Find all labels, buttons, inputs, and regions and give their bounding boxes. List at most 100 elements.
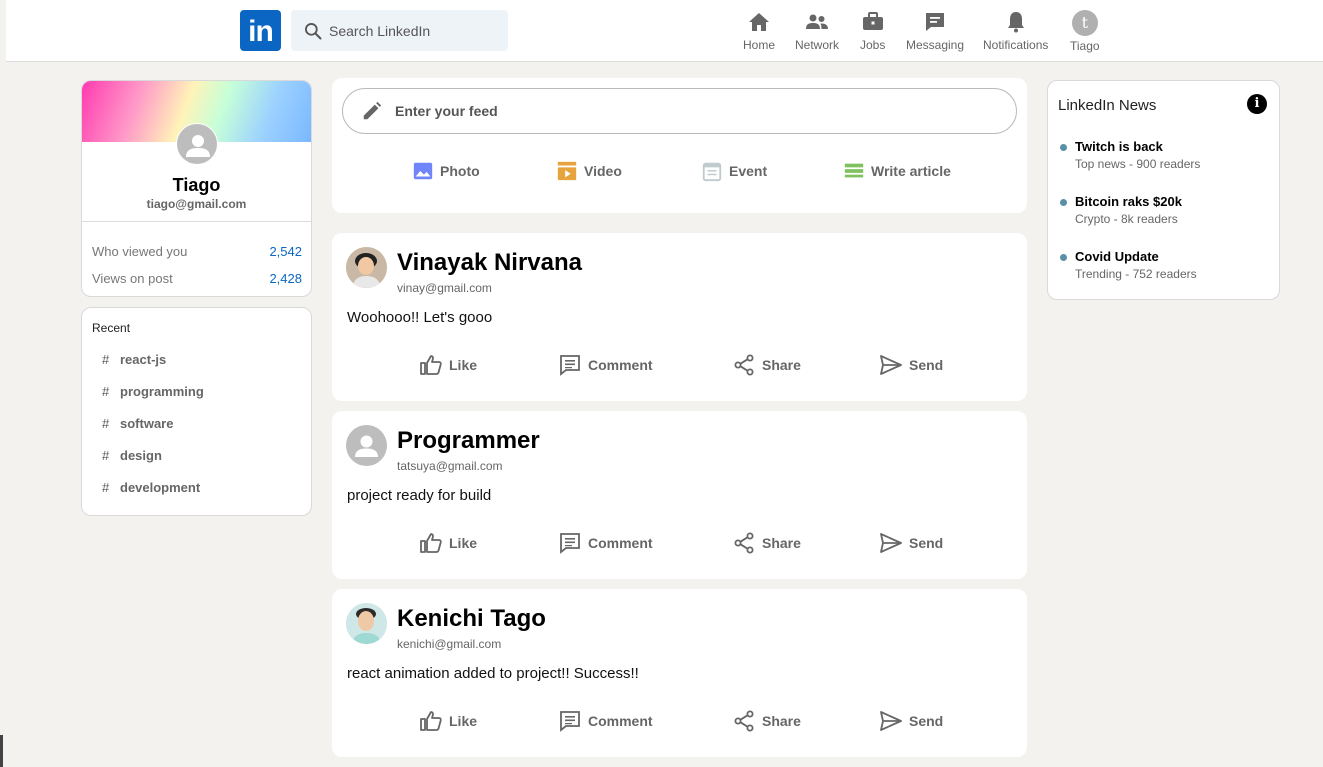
hash-icon: # (102, 448, 110, 463)
event-option[interactable]: Event (701, 160, 767, 182)
window-edge (0, 735, 3, 767)
comment-label: Comment (588, 713, 653, 729)
send-label: Send (909, 535, 944, 551)
send-button[interactable]: Send (879, 531, 943, 555)
news-subtitle: Top news - 900 readers (1075, 157, 1201, 171)
nav-notifications[interactable]: Notifications (983, 10, 1048, 52)
post-avatar[interactable] (346, 425, 387, 466)
like-button[interactable]: Like (419, 531, 477, 555)
feed-input[interactable]: Enter your feed (342, 88, 1017, 134)
search-input[interactable]: Search LinkedIn (329, 23, 430, 39)
news-headline: Bitcoin raks $20k (1075, 194, 1182, 209)
stat-value: 2,542 (269, 244, 302, 259)
briefcase-icon (862, 12, 883, 30)
recent-title: Recent (92, 321, 131, 335)
comment-button[interactable]: Comment (558, 531, 653, 555)
calendar-icon (702, 162, 722, 182)
info-icon[interactable]: i (1247, 94, 1267, 114)
like-button[interactable]: Like (419, 353, 477, 377)
share-label: Share (762, 535, 801, 551)
post-email: vinay@gmail.com (397, 281, 492, 295)
video-option[interactable]: Video (556, 160, 622, 182)
post-message: project ready for build (347, 487, 492, 504)
recent-item[interactable]: # development (102, 480, 200, 495)
post-author[interactable]: Programmer (397, 427, 540, 455)
post-message: Woohooo!! Let's gooo (347, 309, 493, 326)
avatar-icon: t (1071, 10, 1098, 36)
send-button[interactable]: Send (879, 709, 943, 733)
stat-who-viewed[interactable]: Who viewed you 2,542 (92, 244, 302, 259)
feed-input-placeholder: Enter your feed (395, 103, 498, 119)
hash-icon: # (102, 384, 110, 399)
recent-item[interactable]: # software (102, 416, 173, 431)
comment-icon (560, 355, 580, 376)
post-avatar[interactable] (346, 603, 387, 644)
profile-email: tiago@gmail.com (146, 197, 247, 211)
composer-card: Enter your feed Photo Video Event Write … (332, 78, 1027, 213)
nav-home[interactable]: Home (743, 10, 775, 52)
share-button[interactable]: Share (732, 531, 801, 555)
bullet-dot (1060, 254, 1067, 261)
top-header: in Search LinkedIn Home Network Jobs Mes… (0, 0, 1323, 62)
share-button[interactable]: Share (732, 709, 801, 733)
post-card: Kenichi Tago kenichi@gmail.com react ani… (332, 589, 1027, 757)
video-label: Video (584, 163, 622, 179)
like-button[interactable]: Like (419, 709, 477, 733)
bell-icon (1007, 12, 1024, 33)
article-option[interactable]: Write article (843, 160, 951, 182)
stat-views-on-post[interactable]: Views on post 2,428 (92, 271, 302, 286)
recent-item[interactable]: # react-js (102, 352, 166, 367)
recent-item[interactable]: # design (102, 448, 162, 463)
comment-button[interactable]: Comment (558, 353, 653, 377)
person-icon (186, 135, 210, 157)
post-email: kenichi@gmail.com (397, 637, 502, 651)
nav-profile[interactable]: t Tiago (1070, 10, 1100, 53)
stat-label: Views on post (92, 271, 173, 286)
post-author[interactable]: Vinayak Nirvana (397, 249, 582, 277)
send-label: Send (909, 713, 944, 729)
post-avatar[interactable] (346, 247, 387, 288)
video-icon (557, 161, 577, 181)
bullet-dot (1060, 144, 1067, 151)
send-button[interactable]: Send (879, 353, 943, 377)
hash-icon: # (102, 416, 110, 431)
recent-item-label: software (120, 416, 174, 431)
message-icon (926, 13, 945, 31)
photo-label: Photo (440, 163, 480, 179)
nav-messaging-label: Messaging (906, 38, 965, 52)
share-label: Share (762, 713, 801, 729)
send-icon (880, 533, 902, 553)
profile-card: Tiago tiago@gmail.com Who viewed you 2,5… (81, 80, 312, 297)
nav-network[interactable]: Network (795, 10, 839, 52)
user-photo-icon (346, 603, 387, 644)
stat-value: 2,428 (269, 271, 302, 286)
recent-card: Recent # react-js # programming # software … (81, 307, 312, 516)
nav-network-label: Network (795, 38, 840, 52)
share-button[interactable]: Share (732, 353, 801, 377)
search-bar[interactable]: Search LinkedIn (291, 10, 508, 51)
comment-label: Comment (588, 535, 653, 551)
pencil-icon (363, 101, 382, 120)
recent-item[interactable]: # programming (102, 384, 204, 399)
post-card: Programmer tatsuya@gmail.com project rea… (332, 411, 1027, 579)
comment-button[interactable]: Comment (558, 709, 653, 733)
event-label: Event (729, 163, 768, 179)
home-icon (749, 13, 769, 31)
nav-jobs[interactable]: Jobs (860, 10, 885, 52)
photo-option[interactable]: Photo (412, 160, 480, 182)
like-label: Like (449, 713, 478, 729)
search-icon (305, 22, 322, 39)
article-label: Write article (871, 163, 951, 179)
left-strip (0, 0, 6, 62)
profile-divider (82, 221, 311, 222)
nav-messaging[interactable]: Messaging (906, 10, 964, 52)
news-subtitle: Crypto - 8k readers (1075, 212, 1178, 226)
like-icon (420, 711, 442, 731)
linkedin-logo[interactable]: in (240, 10, 281, 51)
comment-icon (560, 533, 580, 554)
profile-avatar[interactable] (176, 123, 218, 165)
send-icon (880, 711, 902, 731)
share-icon (734, 710, 754, 732)
post-author[interactable]: Kenichi Tago (397, 605, 546, 633)
news-title: LinkedIn News (1058, 97, 1157, 114)
